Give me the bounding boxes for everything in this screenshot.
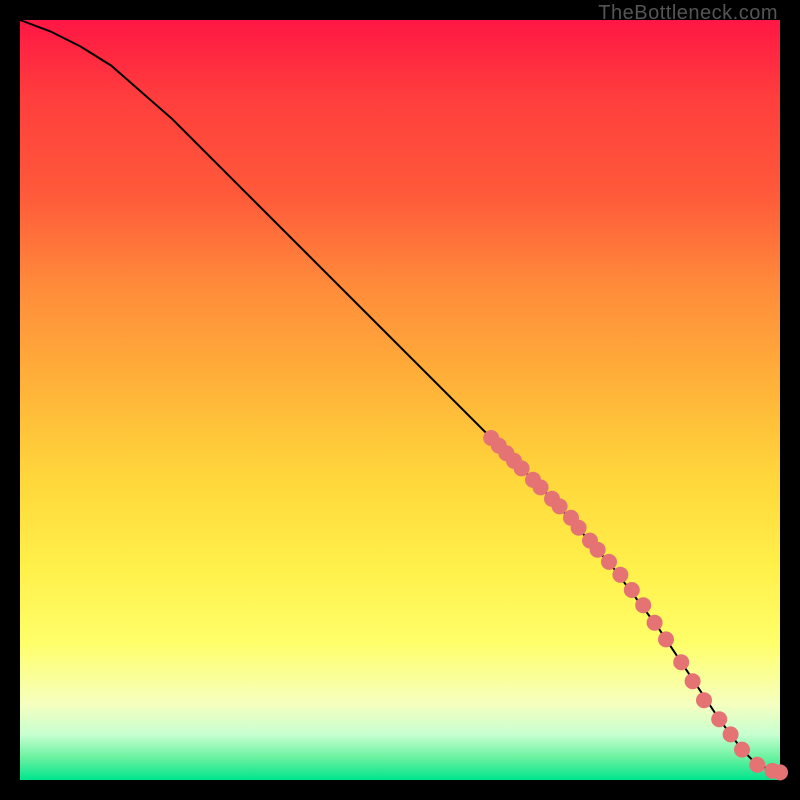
data-point [711,711,727,727]
data-point [673,654,689,670]
data-point [685,673,701,689]
data-point [612,567,628,583]
data-point [635,597,651,613]
data-point [696,692,712,708]
data-point [772,764,788,780]
data-point [601,554,617,570]
data-point [734,742,750,758]
data-point [647,615,663,631]
data-point [624,582,640,598]
chart-stage: TheBottleneck.com [0,0,800,800]
chart-overlay-svg [20,20,780,780]
data-point [552,498,568,514]
data-point [571,520,587,536]
data-point [590,542,606,558]
data-point [658,631,674,647]
data-point [514,460,530,476]
data-point [533,479,549,495]
data-point [749,757,765,773]
bottleneck-curve [20,20,780,772]
data-point [723,726,739,742]
highlighted-dots-group [483,430,788,780]
